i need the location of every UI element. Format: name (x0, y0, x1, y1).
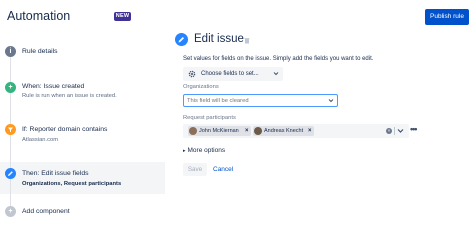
avatar (254, 127, 262, 135)
step-description: Rule is run when an issue is created. (22, 93, 117, 99)
cancel-button[interactable]: Cancel (213, 166, 233, 173)
pencil-icon (5, 168, 16, 179)
step-label: If: Reporter domain contains (22, 126, 108, 133)
edit-pencil-icon (175, 33, 188, 46)
clear-icon[interactable]: × (386, 128, 392, 134)
step-label: Rule details (22, 48, 58, 55)
step-label: Then: Edit issue fields (22, 170, 89, 177)
participant-chip: John McKiernan × (188, 126, 251, 136)
save-button[interactable]: Save (183, 163, 207, 176)
description-text: Set values for fields on the issue. Simp… (183, 56, 374, 62)
more-options-toggle[interactable]: ▸ More options (183, 147, 225, 154)
add-component-label: Add component (22, 208, 70, 215)
organizations-input[interactable] (183, 94, 338, 107)
organizations-label: Organizations (183, 84, 219, 90)
more-actions-icon[interactable]: ••• (410, 124, 418, 134)
step-description: Atlassian.com (22, 137, 59, 143)
remove-icon[interactable]: × (245, 126, 249, 136)
page-title: Edit issue (194, 33, 244, 45)
plus-icon: + (5, 206, 16, 217)
plus-icon: + (5, 82, 16, 93)
chevron-down-icon[interactable] (328, 98, 334, 103)
filter-icon (5, 124, 16, 135)
active-step-highlight (0, 162, 165, 194)
publish-rule-button[interactable]: Publish rule (425, 9, 469, 25)
gear-icon (188, 70, 196, 78)
avatar (189, 127, 197, 135)
trash-icon[interactable] (244, 37, 250, 44)
separator (394, 127, 395, 135)
info-icon: i (5, 46, 16, 57)
chevron-down-icon[interactable] (397, 128, 404, 134)
more-options-label: More options (187, 147, 226, 154)
choose-fields-dropdown[interactable]: Choose fields to set... (183, 67, 283, 81)
step-description: Organizations, Request participants (22, 181, 122, 187)
remove-icon[interactable]: × (308, 126, 312, 136)
app-title: Automation (7, 9, 71, 23)
choose-fields-label: Choose fields to set... (201, 71, 259, 77)
participant-chip: Andreas Knecht × (253, 126, 314, 136)
new-badge: NEW (114, 12, 131, 21)
chevron-down-icon (273, 72, 279, 76)
caret-right-icon: ▸ (183, 148, 186, 154)
participant-name: John McKiernan (199, 128, 239, 134)
step-label: When: Issue created (22, 83, 85, 90)
request-participants-field[interactable]: John McKiernan × Andreas Knecht × (183, 124, 409, 138)
participant-name: Andreas Knecht (264, 128, 304, 134)
request-participants-label: Request participants (183, 115, 236, 121)
